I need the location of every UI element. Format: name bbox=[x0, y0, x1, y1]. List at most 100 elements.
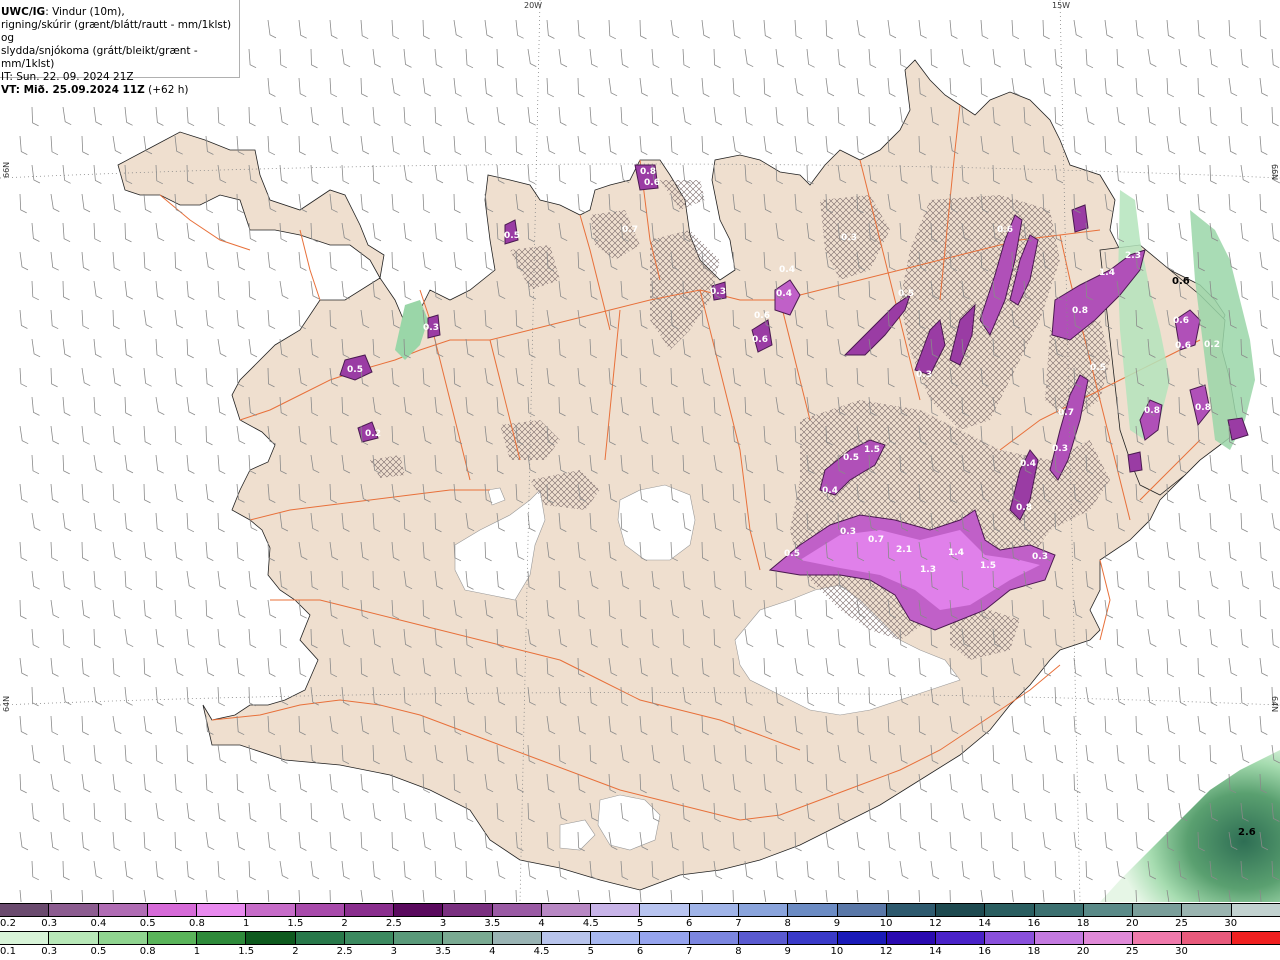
legend-swatch bbox=[492, 932, 542, 944]
legend-swatch bbox=[541, 932, 592, 944]
legend-tick-label: 7 bbox=[735, 918, 742, 929]
snow-value-label: 0.7 bbox=[1058, 408, 1074, 418]
weather-map: 0.50.20.30.50.80.60.70.30.60.60.40.40.30… bbox=[0, 0, 1280, 902]
legend-tick-label: 9 bbox=[784, 946, 791, 957]
legend-tick-label: 1.5 bbox=[238, 946, 255, 957]
legend-tick-label: 0.3 bbox=[41, 918, 58, 929]
legend-swatch bbox=[591, 904, 641, 916]
legend-tick-label: 6 bbox=[686, 918, 693, 929]
legend-tick-label: 8 bbox=[784, 918, 791, 929]
legend-tick-label: 5 bbox=[587, 946, 594, 957]
legend-tick-label: 2.5 bbox=[336, 946, 353, 957]
legend-tick-label: 5 bbox=[636, 918, 644, 929]
snow-value-label: 0.2 bbox=[365, 429, 381, 439]
legend-swatch bbox=[443, 932, 493, 944]
legend-tick-label: 1 bbox=[193, 946, 201, 957]
snow-value-label: 0.8 bbox=[1195, 403, 1211, 413]
title-line-2: rigning/skúrir (grænt/blátt/rautt - mm/1… bbox=[1, 19, 232, 44]
rain-label-0-6: 0.6 bbox=[1172, 276, 1190, 287]
snow-value-label: 0.3 bbox=[840, 527, 856, 537]
snow-value-label: 0.3 bbox=[1032, 552, 1048, 562]
legend-swatch bbox=[738, 904, 789, 916]
legend-tick-label: 4.5 bbox=[582, 918, 599, 929]
legend-swatch bbox=[394, 904, 444, 916]
title-line-3: slydda/snjókoma (grátt/bleikt/grænt - mm… bbox=[1, 45, 198, 70]
legend-tick-label: 1.5 bbox=[287, 918, 304, 929]
legend-tick-label: 0.5 bbox=[90, 946, 107, 957]
legend-swatch bbox=[738, 932, 789, 944]
legend-swatch bbox=[344, 904, 395, 916]
snow-value-label: 0.3 bbox=[1052, 444, 1068, 454]
legend-tick-label: 16 bbox=[978, 946, 991, 957]
legend-swatch bbox=[985, 932, 1035, 944]
legend-swatch bbox=[541, 904, 592, 916]
legend-swatch bbox=[689, 932, 739, 944]
legend-swatch bbox=[1034, 904, 1084, 916]
legend-swatch bbox=[1083, 904, 1134, 916]
legend-swatch bbox=[1182, 904, 1232, 916]
legend-tick-label: 8 bbox=[735, 946, 742, 957]
legend-swatch bbox=[295, 904, 345, 916]
legend-tick-label: 10 bbox=[879, 918, 893, 929]
legend-tick-label: 2 bbox=[341, 918, 348, 929]
legend-swatch bbox=[640, 932, 690, 944]
lon-label-20w: 20W bbox=[524, 1, 543, 10]
legend-swatch bbox=[985, 904, 1035, 916]
legend-tick-label: 9 bbox=[833, 918, 841, 929]
legend-swatch bbox=[98, 904, 148, 916]
legend-tick-label: 25 bbox=[1125, 946, 1139, 957]
snow-value-label: 1.5 bbox=[864, 445, 880, 455]
legend-tick-label: 0.4 bbox=[90, 918, 107, 929]
legend-swatch bbox=[1133, 932, 1183, 944]
legend-tick-label: 12 bbox=[879, 946, 893, 957]
snow-value-label: 0.7 bbox=[868, 535, 884, 545]
lat-label-64n-left: 64N bbox=[2, 695, 11, 712]
snow-value-label: 1.3 bbox=[920, 565, 936, 575]
legend-swatch bbox=[1182, 932, 1232, 944]
snow-value-label: 0.7 bbox=[622, 225, 638, 235]
legend-swatch bbox=[1231, 932, 1280, 944]
snow-value-label: 0.3 bbox=[916, 370, 932, 380]
model-name: UWC/IG bbox=[1, 6, 46, 18]
legend-swatch bbox=[197, 904, 247, 916]
legend-tick-label: 30 bbox=[1224, 918, 1238, 929]
legend-swatch bbox=[886, 904, 937, 916]
legend-tick-label: 0.2 bbox=[0, 918, 16, 929]
legend-swatch bbox=[246, 932, 296, 944]
snow-value-label: 0.3 bbox=[841, 233, 857, 243]
legend-swatch bbox=[147, 904, 198, 916]
snow-value-label: 1.4 bbox=[1099, 268, 1115, 278]
legend-swatch bbox=[492, 904, 542, 916]
legend-tick-label: 2 bbox=[292, 946, 299, 957]
forecast-offset: (+62 h) bbox=[144, 84, 189, 96]
legend-tick-label: 16 bbox=[1027, 918, 1041, 929]
legend-tick-label: 30 bbox=[1175, 946, 1188, 957]
legend-tick-label: 10 bbox=[830, 946, 844, 957]
legend-tick-label: 1 bbox=[242, 918, 250, 929]
lat-label-64n-right: 64N bbox=[1270, 696, 1279, 713]
lat-label-66n-left: 66N bbox=[2, 161, 11, 178]
snow-value-label: 0.5 bbox=[784, 549, 800, 559]
snow-value-label: 0.4 bbox=[779, 265, 795, 275]
legend-swatch bbox=[788, 904, 838, 916]
legend-swatch bbox=[295, 932, 345, 944]
legend-tick-label: 0.3 bbox=[41, 946, 58, 957]
legend-rain-scale bbox=[0, 931, 1280, 945]
legend-swatch bbox=[591, 932, 641, 944]
snow-value-label: 0.6 bbox=[1175, 341, 1191, 351]
legend-swatch bbox=[0, 904, 50, 916]
legend-swatch bbox=[443, 904, 493, 916]
legend-tick-label: 7 bbox=[686, 946, 693, 957]
snow-value-label: 0.6 bbox=[997, 225, 1013, 235]
snow-value-label: 0.8 bbox=[1016, 503, 1032, 513]
legend-swatch bbox=[886, 932, 937, 944]
legend-tick-label: 14 bbox=[978, 918, 991, 929]
legend-tick-label: 3.5 bbox=[435, 946, 452, 957]
legend-swatch bbox=[936, 904, 986, 916]
snow-value-label: 0.4 bbox=[1020, 459, 1036, 469]
snow-value-label: 2.3 bbox=[1125, 251, 1141, 261]
legend-swatch bbox=[197, 932, 247, 944]
legend-tick-label: 18 bbox=[1027, 946, 1041, 957]
init-time: IT: Sun. 22. 09. 2024 21Z bbox=[1, 71, 134, 83]
snow-value-label: 0.6 bbox=[752, 335, 768, 345]
